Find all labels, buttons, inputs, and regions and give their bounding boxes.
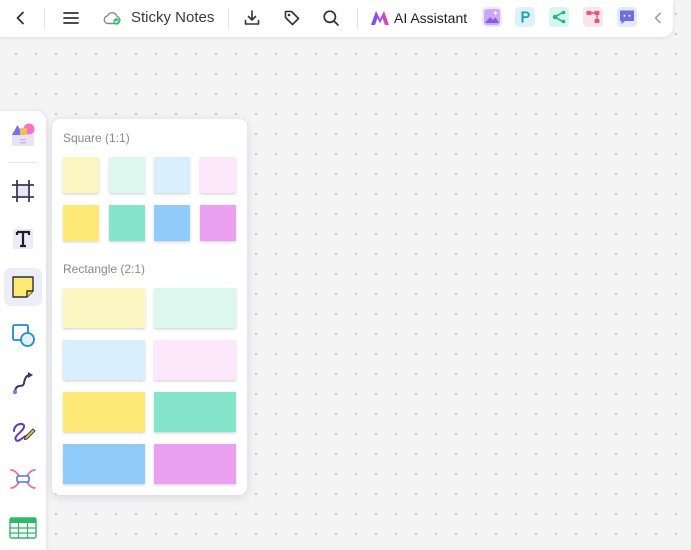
mindmap-app-button[interactable] (549, 7, 569, 27)
rectangle-section-title: Rectangle (2:1) (63, 262, 146, 276)
presentation-app-icon (521, 11, 530, 23)
main-menu-button[interactable] (60, 7, 82, 29)
rect-note-yellow-light[interactable] (63, 288, 145, 328)
rect-note-mint[interactable] (154, 392, 236, 432)
pen-icon (13, 422, 36, 442)
rect-note-yellow[interactable] (63, 392, 145, 432)
square-note-blue-light[interactable] (154, 157, 190, 193)
collapse-icon (654, 12, 661, 24)
square-note-mint-light[interactable] (109, 157, 145, 193)
rect-note-pink-light[interactable] (154, 340, 236, 380)
ai-assistant-button[interactable]: AI Assistant (370, 8, 467, 28)
left-tool-rail (0, 111, 46, 550)
tag-button[interactable] (281, 7, 303, 29)
document-title[interactable]: Sticky Notes (131, 9, 214, 26)
frame-icon (12, 180, 34, 202)
connector-icon (12, 372, 33, 395)
back-button[interactable] (10, 7, 32, 29)
collapse-toolbar-button[interactable] (650, 9, 666, 27)
text-tool[interactable] (4, 220, 42, 258)
pen-tool[interactable] (4, 412, 42, 450)
square-note-pink-light[interactable] (200, 157, 236, 193)
mindmap-app-icon (552, 10, 566, 24)
shape-tool[interactable] (4, 316, 42, 354)
square-section-title: Square (1:1) (63, 131, 130, 145)
sticky-note-panel: Square (1:1) Rectangle (2:1) (52, 119, 247, 495)
sticky-note-icon (12, 276, 34, 298)
search-button[interactable] (320, 7, 342, 29)
mind-map-icon (10, 469, 36, 489)
chat-app-icon (620, 10, 634, 24)
frame-tool[interactable] (4, 172, 42, 210)
tag-icon (284, 10, 300, 26)
rect-note-blue[interactable] (63, 444, 145, 484)
rect-note-violet[interactable] (154, 444, 236, 484)
square-note-yellow-light[interactable] (63, 157, 99, 193)
flowchart-app-icon (586, 11, 600, 23)
square-note-violet[interactable] (200, 205, 236, 241)
toolbar-divider (44, 8, 45, 29)
search-icon (323, 10, 339, 26)
shape-icon (12, 324, 35, 347)
toolbar-divider (357, 8, 358, 29)
text-icon (13, 229, 33, 249)
rect-note-blue-light[interactable] (63, 340, 145, 380)
cloud-saved-icon (103, 12, 121, 25)
back-icon (16, 11, 24, 25)
presentation-app-button[interactable] (515, 7, 535, 27)
square-note-yellow[interactable] (63, 205, 99, 241)
sticky-note-tool[interactable] (4, 268, 42, 306)
menu-icon (63, 12, 79, 24)
table-icon (9, 517, 37, 539)
rail-divider (8, 162, 38, 163)
image-generator-icon (484, 9, 500, 25)
square-note-blue[interactable] (154, 205, 190, 241)
templates-icon (12, 123, 35, 146)
rect-note-mint-light[interactable] (154, 288, 236, 328)
mind-map-tool[interactable] (4, 460, 42, 498)
table-tool[interactable] (4, 508, 42, 546)
flowchart-app-button[interactable] (583, 7, 603, 27)
cloud-status (101, 9, 123, 27)
connector-tool[interactable] (4, 364, 42, 402)
image-generator-button[interactable] (482, 7, 502, 27)
templates-tool[interactable] (4, 115, 42, 153)
ai-logo-icon (371, 11, 389, 25)
ai-assistant-label: AI Assistant (394, 10, 468, 26)
download-icon (244, 10, 260, 25)
top-toolbar: Sticky Notes AI Assistant (0, 0, 673, 37)
chat-app-button[interactable] (617, 7, 637, 27)
toolbar-divider (228, 8, 229, 29)
download-button[interactable] (241, 7, 263, 29)
square-note-mint[interactable] (109, 205, 145, 241)
